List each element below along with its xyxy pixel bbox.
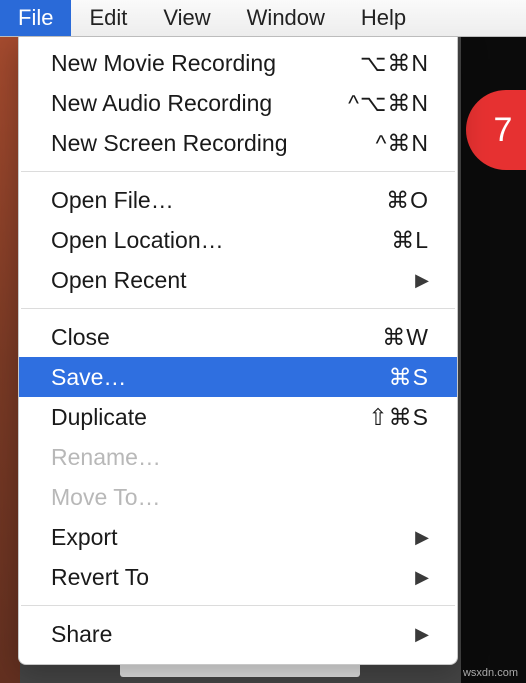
desktop-background-left (0, 37, 20, 683)
notification-badge-count: 7 (494, 111, 513, 150)
menu-item-share[interactable]: Share ▶ (19, 614, 457, 654)
menu-item-new-audio-recording[interactable]: New Audio Recording ^⌥⌘N (19, 83, 457, 123)
submenu-arrow-icon: ▶ (415, 624, 429, 645)
menu-item-revert-to[interactable]: Revert To ▶ (19, 557, 457, 597)
menu-item-shortcut: ^⌥⌘N (348, 90, 429, 117)
menu-item-open-file[interactable]: Open File… ⌘O (19, 180, 457, 220)
menubar-item-window[interactable]: Window (229, 0, 343, 36)
menubar-item-label: Window (247, 5, 325, 31)
menu-item-new-screen-recording[interactable]: New Screen Recording ^⌘N (19, 123, 457, 163)
menu-item-move-to: Move To… (19, 477, 457, 517)
menubar-item-help[interactable]: Help (343, 0, 424, 36)
menu-item-label: New Audio Recording (51, 90, 272, 117)
menu-item-close[interactable]: Close ⌘W (19, 317, 457, 357)
menu-item-label: Share (51, 621, 112, 648)
menu-item-open-location[interactable]: Open Location… ⌘L (19, 220, 457, 260)
menu-item-duplicate[interactable]: Duplicate ⇧⌘S (19, 397, 457, 437)
submenu-arrow-icon: ▶ (415, 527, 429, 548)
menu-item-label: New Movie Recording (51, 50, 276, 77)
menu-item-new-movie-recording[interactable]: New Movie Recording ⌥⌘N (19, 43, 457, 83)
menu-item-rename: Rename… (19, 437, 457, 477)
menubar: File Edit View Window Help (0, 0, 526, 37)
menu-item-label: Save… (51, 364, 126, 391)
menu-item-label: Rename… (51, 444, 161, 471)
menubar-item-label: File (18, 5, 53, 31)
menu-item-shortcut: ⌘W (382, 324, 429, 351)
menu-item-label: Close (51, 324, 110, 351)
watermark: wsxdn.com (463, 667, 518, 679)
menu-item-label: Open Location… (51, 227, 224, 254)
menu-item-export[interactable]: Export ▶ (19, 517, 457, 557)
menu-item-open-recent[interactable]: Open Recent ▶ (19, 260, 457, 300)
menu-item-label: Open File… (51, 187, 174, 214)
menu-item-shortcut: ⌘O (386, 187, 429, 214)
file-menu: New Movie Recording ⌥⌘N New Audio Recordin… (18, 37, 458, 665)
menu-item-shortcut: ⇧⌘S (368, 404, 429, 431)
menu-item-label: Open Recent (51, 267, 187, 294)
menubar-item-label: Edit (89, 5, 127, 31)
menubar-item-edit[interactable]: Edit (71, 0, 145, 36)
menu-item-label: Move To… (51, 484, 161, 511)
menu-item-label: Duplicate (51, 404, 147, 431)
menubar-item-view[interactable]: View (145, 0, 228, 36)
menu-item-label: Revert To (51, 564, 149, 591)
submenu-arrow-icon: ▶ (415, 270, 429, 291)
menu-item-label: Export (51, 524, 117, 551)
submenu-arrow-icon: ▶ (415, 567, 429, 588)
menubar-item-label: View (163, 5, 210, 31)
menu-item-shortcut: ⌘S (389, 364, 429, 391)
menubar-item-label: Help (361, 5, 406, 31)
menu-separator (21, 308, 455, 309)
menu-item-shortcut: ⌥⌘N (360, 50, 429, 77)
menu-item-shortcut: ^⌘N (376, 130, 429, 157)
menu-item-label: New Screen Recording (51, 130, 288, 157)
menu-item-shortcut: ⌘L (391, 227, 429, 254)
menu-separator (21, 605, 455, 606)
menubar-item-file[interactable]: File (0, 0, 71, 36)
menu-separator (21, 171, 455, 172)
menu-item-save[interactable]: Save… ⌘S (19, 357, 457, 397)
